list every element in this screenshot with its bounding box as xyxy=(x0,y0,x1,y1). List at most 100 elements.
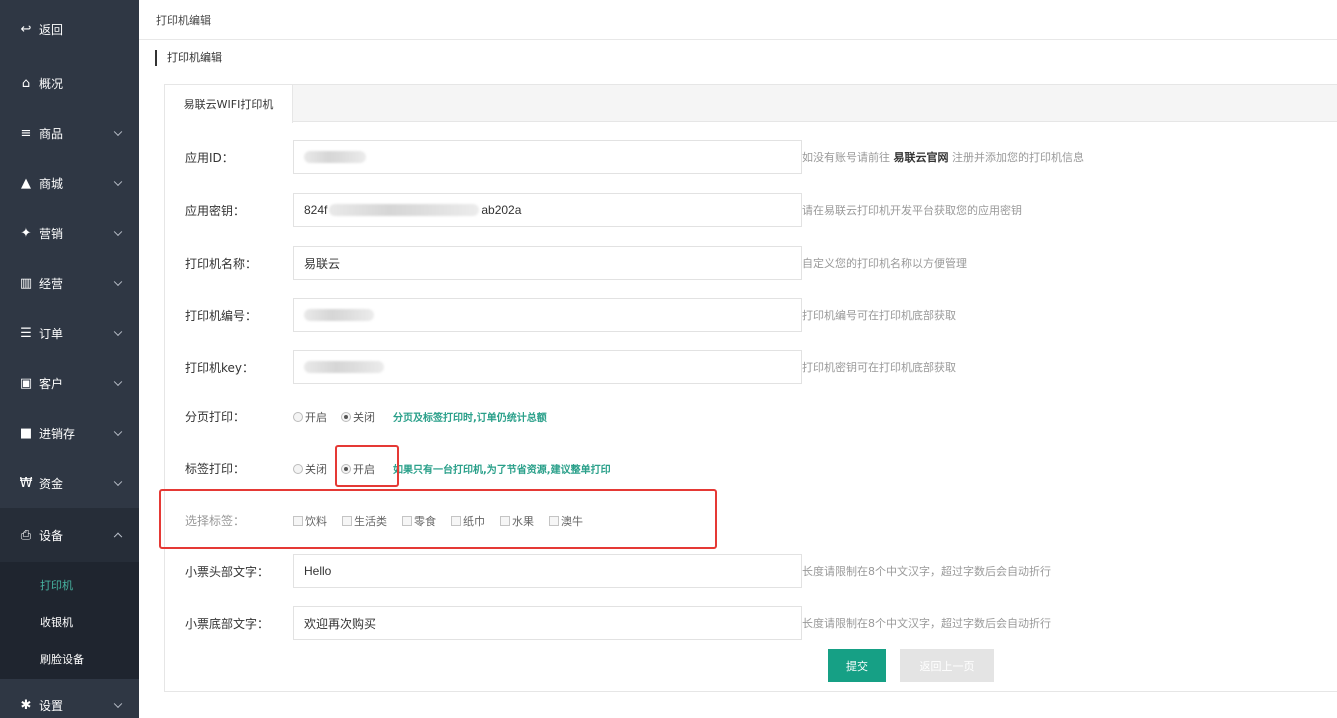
sidebar-item-label: 设置 xyxy=(39,698,64,713)
form-row-label-print: 标签打印： 关闭 开启 如果只有一台打印机,为了节省资源,建议整单打印 xyxy=(185,460,611,477)
redacted-value xyxy=(304,309,374,321)
radio-label: 开启 xyxy=(353,462,375,476)
id-card-icon: ▣ xyxy=(19,375,33,391)
sidebar-item-funds[interactable]: ₩ 资金 xyxy=(0,458,139,508)
printer-edit-panel: 易联云WIFI打印机 应用ID： 如没有账号请前往 易联云官网 注册并添加您的打… xyxy=(164,84,1337,692)
checkbox-label: 水果 xyxy=(512,514,534,528)
label-checkbox-fruit[interactable]: 水果 xyxy=(500,513,534,529)
sidebar-subitem-cash-register[interactable]: 收银机 xyxy=(0,603,139,640)
sidebar-item-label: 订单 xyxy=(39,326,64,341)
form-row-page-print: 分页打印： 开启 关闭 分页及标签打印时,订单仍统计总额 xyxy=(185,408,547,425)
field-label: 分页打印： xyxy=(185,410,246,424)
field-label: 应用密钥： xyxy=(185,203,246,218)
chevron-down-icon xyxy=(113,377,123,387)
sidebar-item-marketing[interactable]: ✦ 营销 xyxy=(0,208,139,258)
home-icon: ⌂ xyxy=(21,75,31,91)
breadcrumb-label: 打印机编辑 xyxy=(156,13,211,27)
printer-name-input[interactable]: 易联云 xyxy=(293,246,802,280)
sidebar-item-overview[interactable]: ⌂ 概况 xyxy=(0,58,139,108)
field-label: 小票头部文字： xyxy=(185,564,270,579)
sidebar-item-label: 概况 xyxy=(39,76,64,91)
app-id-hint: 如没有账号请前往 易联云官网 注册并添加您的打印机信息 xyxy=(802,149,1084,165)
form-row-printer-key: 打印机key： 打印机密钥可在打印机底部获取 xyxy=(185,350,956,384)
checkbox-label: 饮料 xyxy=(305,514,327,528)
sidebar-item-orders[interactable]: ☰ 订单 xyxy=(0,308,139,358)
label-checkbox-daily-goods[interactable]: 生活类 xyxy=(342,513,387,529)
form-row-header-text: 小票头部文字： Hello 长度请限制在8个中文汉字，超过字数后会自动折行 xyxy=(185,554,1051,588)
sidebar-item-back[interactable]: ↩ 返回 xyxy=(0,0,139,58)
checkbox-box xyxy=(500,515,510,526)
radio-dot xyxy=(293,411,303,422)
redacted-value xyxy=(329,204,480,216)
sidebar-item-goods[interactable]: ≡ 商品 xyxy=(0,108,139,158)
receipt-header-hint: 长度请限制在8个中文汉字，超过字数后会自动折行 xyxy=(802,565,1051,578)
hint-text: 如没有账号请前往 xyxy=(802,151,890,164)
bar-chart-icon: ▥ xyxy=(19,275,33,291)
chevron-down-icon xyxy=(113,427,123,437)
radio-label: 关闭 xyxy=(353,410,375,424)
page-print-off-radio[interactable]: 关闭 xyxy=(341,409,375,425)
sidebar-item-label: 商品 xyxy=(39,126,64,141)
submit-button[interactable]: 提交 xyxy=(828,649,886,682)
checkbox-box xyxy=(451,515,461,526)
sidebar: ↩ 返回 ⌂ 概况 ≡ 商品 ▲ 商城 ✦ 营销 ▥ 经营 ☰ 订单 ▣ 客户 … xyxy=(0,0,139,718)
sidebar-item-label: 进销存 xyxy=(39,426,76,441)
label-checkbox-snacks[interactable]: 零食 xyxy=(402,513,436,529)
receipt-footer-input[interactable]: 欢迎再次购买 xyxy=(293,606,802,640)
printer-number-hint: 打印机编号可在打印机底部获取 xyxy=(802,309,956,322)
printer-key-input[interactable] xyxy=(293,350,802,384)
sidebar-item-inventory[interactable]: ■ 进销存 xyxy=(0,408,139,458)
sidebar-item-label: 设备 xyxy=(39,528,64,543)
radio-label: 关闭 xyxy=(305,462,327,476)
secret-start: 824f xyxy=(304,203,328,217)
field-label: 应用ID： xyxy=(185,150,234,165)
yilianyun-site-link[interactable]: 易联云官网 xyxy=(894,151,949,164)
app-secret-hint: 请在易联云打印机开发平台获取您的应用密钥 xyxy=(802,204,1022,217)
checkbox-box xyxy=(293,515,303,526)
app-secret-input[interactable]: 824f ab202a xyxy=(293,193,802,227)
sidebar-subitem-face-device[interactable]: 刷脸设备 xyxy=(0,640,139,677)
printer-number-input[interactable] xyxy=(293,298,802,332)
redacted-value xyxy=(304,361,384,373)
label-checkbox-aoniu[interactable]: 澳牛 xyxy=(549,513,583,529)
receipt-header-input[interactable]: Hello xyxy=(293,554,802,588)
field-label: 打印机编号： xyxy=(185,308,258,323)
tab-bar: 易联云WIFI打印机 xyxy=(165,85,1337,123)
back-button[interactable]: 返回上一页 xyxy=(900,649,994,682)
checkbox-box xyxy=(402,515,412,526)
form-row-printer-name: 打印机名称： 易联云 自定义您的打印机名称以方便管理 xyxy=(185,246,967,280)
radio-dot-selected xyxy=(341,463,351,474)
sidebar-item-operation[interactable]: ▥ 经营 xyxy=(0,258,139,308)
label-print-note: 如果只有一台打印机,为了节省资源,建议整单打印 xyxy=(393,465,611,476)
checkbox-box xyxy=(549,515,559,526)
radio-label: 开启 xyxy=(305,410,327,424)
page-print-note: 分页及标签打印时,订单仍统计总额 xyxy=(393,413,547,424)
sidebar-item-mall[interactable]: ▲ 商城 xyxy=(0,158,139,208)
label-checkbox-drinks[interactable]: 饮料 xyxy=(293,513,327,529)
checkbox-label: 纸巾 xyxy=(463,514,485,528)
page-print-on-radio[interactable]: 开启 xyxy=(293,409,327,425)
label-print-on-radio[interactable]: 开启 xyxy=(341,461,375,477)
sidebar-item-devices[interactable]: ⎙ 设备 xyxy=(0,508,139,562)
field-label: 打印机名称： xyxy=(185,256,258,271)
truck-icon: ■ xyxy=(19,425,33,441)
printer-name-hint: 自定义您的打印机名称以方便管理 xyxy=(802,257,967,270)
hint-text: 注册并添加您的打印机信息 xyxy=(952,151,1084,164)
section-title: 打印机编辑 xyxy=(155,50,222,66)
chevron-down-icon xyxy=(113,177,123,187)
sidebar-subitem-printer[interactable]: 打印机 xyxy=(0,566,139,603)
won-currency-icon: ₩ xyxy=(19,475,33,491)
sidebar-item-settings[interactable]: ✱ 设置 xyxy=(0,679,139,718)
secret-end: ab202a xyxy=(481,203,522,217)
list-icon: ≡ xyxy=(20,125,32,141)
label-print-off-radio[interactable]: 关闭 xyxy=(293,461,327,477)
gear-icon: ✱ xyxy=(20,697,32,713)
checkbox-label: 零食 xyxy=(414,514,436,528)
tab-yilianyun-wifi-printer[interactable]: 易联云WIFI打印机 xyxy=(165,85,293,123)
radio-dot xyxy=(293,463,303,474)
app-id-input[interactable] xyxy=(293,140,802,174)
sidebar-item-label: 营销 xyxy=(39,226,64,241)
label-checkbox-tissue[interactable]: 纸巾 xyxy=(451,513,485,529)
sidebar-item-customers[interactable]: ▣ 客户 xyxy=(0,358,139,408)
chevron-down-icon xyxy=(113,127,123,137)
